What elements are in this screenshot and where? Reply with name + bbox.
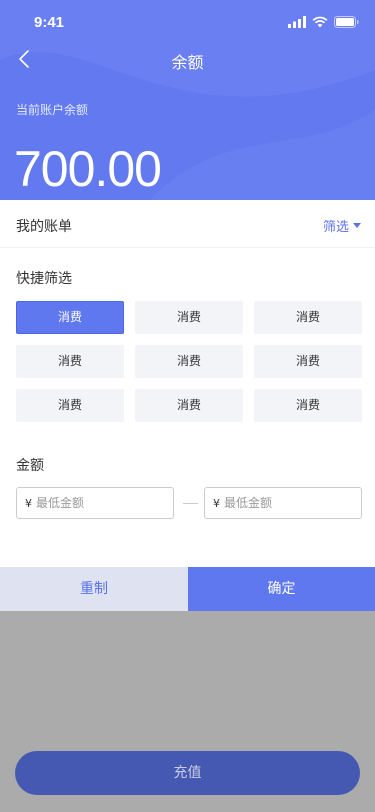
signal-icon: [288, 16, 306, 28]
bill-row: 我的账单 筛选: [0, 201, 375, 248]
header: 9:41 余额 当前账户余额 700.00: [0, 0, 375, 200]
filter-chip[interactable]: 消费: [135, 345, 243, 378]
battery-icon: [334, 16, 359, 28]
filter-chip[interactable]: 消费: [135, 301, 243, 334]
balance-label: 当前账户余额: [16, 103, 89, 117]
reset-button[interactable]: 重制: [0, 567, 188, 611]
status-bar: 9:41: [0, 0, 375, 44]
min-amount-field[interactable]: ¥: [16, 487, 174, 519]
quick-filter-title: 快捷筛选: [16, 271, 72, 287]
filter-chip[interactable]: 消费: [135, 389, 243, 422]
bill-title: 我的账单: [16, 219, 72, 235]
caret-down-icon: [353, 223, 361, 228]
filter-chip[interactable]: 消费: [16, 345, 124, 378]
amount-title: 金额: [16, 458, 44, 474]
status-icons: [288, 15, 359, 29]
max-amount-input[interactable]: [224, 496, 344, 510]
filter-chip[interactable]: 消费: [254, 345, 362, 378]
balance-amount: 700.00: [14, 141, 162, 197]
filter-chip[interactable]: 消费: [254, 389, 362, 422]
range-separator: [183, 503, 198, 504]
currency-symbol: ¥: [213, 496, 220, 510]
filter-button[interactable]: 筛选: [323, 216, 361, 235]
wifi-icon: [312, 16, 328, 28]
nav-bar: 余额: [0, 40, 375, 78]
min-amount-input[interactable]: [36, 496, 156, 510]
filter-chip[interactable]: 消费: [16, 389, 124, 422]
filter-label: 筛选: [322, 220, 349, 235]
confirm-button[interactable]: 确定: [188, 567, 375, 611]
max-amount-field[interactable]: ¥: [204, 487, 362, 519]
recharge-button[interactable]: 充值: [15, 751, 360, 795]
filter-chip[interactable]: 消费: [16, 301, 124, 334]
currency-symbol: ¥: [25, 496, 32, 510]
status-time: 9:41: [34, 14, 65, 31]
page-title: 余额: [171, 53, 204, 72]
filter-chip[interactable]: 消费: [254, 301, 362, 334]
